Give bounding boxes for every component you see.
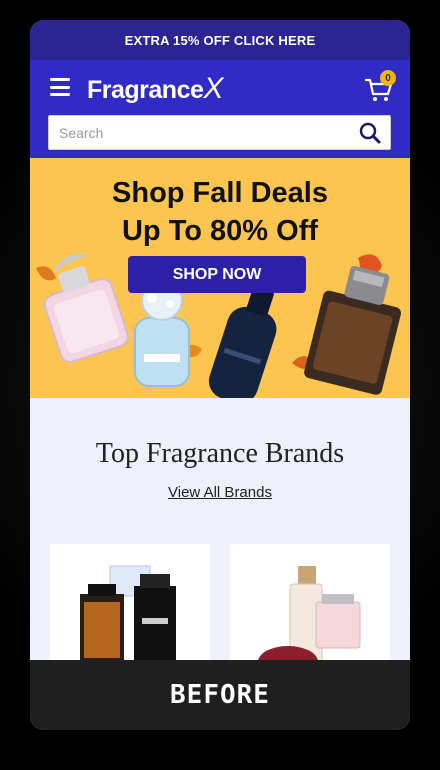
hero-headline: Shop Fall Deals Up To 80% Off: [30, 174, 410, 250]
brand-product-image: [258, 566, 361, 674]
search-bar: [48, 115, 391, 150]
promo-banner[interactable]: EXTRA 15% OFF CLICK HERE: [30, 20, 410, 60]
view-all-brands-link[interactable]: View All Brands: [168, 484, 272, 501]
shop-now-button[interactable]: SHOP NOW: [128, 256, 306, 293]
brand-product-image: [80, 565, 176, 666]
site-header: FragranceX 0: [30, 60, 410, 158]
search-input[interactable]: [49, 116, 350, 149]
promo-text[interactable]: EXTRA 15% OFF CLICK HERE: [125, 33, 316, 48]
cart-icon[interactable]: 0: [364, 70, 396, 104]
search-icon[interactable]: [350, 116, 390, 149]
section-title: Top Fragrance Brands: [95, 438, 345, 469]
before-label: BEFORE: [30, 660, 410, 730]
top-brands-section: Top Fragrance Brands View All Brands: [30, 398, 410, 684]
cart-count-badge: 0: [380, 70, 396, 86]
brand-card[interactable]: [50, 544, 210, 674]
hero-line-2: Up To 80% Off: [121, 215, 319, 247]
logo-text: Fragrance: [87, 76, 204, 104]
phone-frame: EXTRA 15% OFF CLICK HERE FragranceX 0 Se…: [30, 20, 410, 730]
hero-banner[interactable]: Shop Fall Deals Up To 80% Off SHOP NOW: [30, 158, 410, 398]
stage: EXTRA 15% OFF CLICK HERE FragranceX 0 Se…: [0, 0, 440, 770]
logo-x: X: [203, 72, 223, 105]
hero-line-1: Shop Fall Deals: [112, 177, 328, 209]
site-logo[interactable]: FragranceX: [87, 72, 223, 106]
hamburger-menu-icon[interactable]: [50, 78, 70, 96]
brand-card[interactable]: [230, 544, 390, 674]
